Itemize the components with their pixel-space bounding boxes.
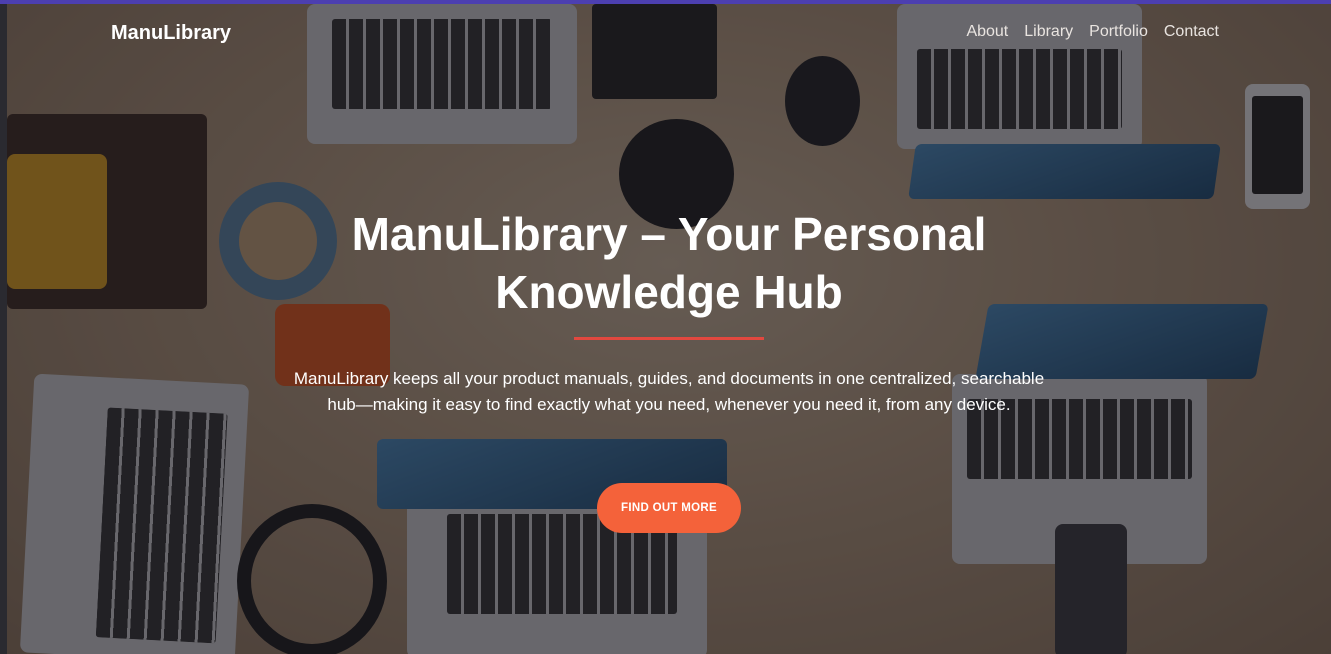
hero-divider [574, 337, 764, 340]
hero-overlay [7, 4, 1331, 654]
hero-lead-text: ManuLibrary keeps all your product manua… [293, 369, 1045, 414]
nav-link-about[interactable]: About [966, 23, 1008, 41]
nav-link-library[interactable]: Library [1024, 23, 1073, 41]
hero-title: ManuLibrary – Your Personal Knowledge Hu… [351, 208, 987, 318]
nav-link-portfolio[interactable]: Portfolio [1089, 23, 1148, 41]
left-edge [0, 4, 7, 654]
top-navbar: ManuLibrary About Library Portfolio Cont… [0, 0, 1331, 64]
brand-logo-link[interactable]: ManuLibrary [111, 22, 231, 45]
nav-link-contact[interactable]: Contact [1164, 23, 1219, 41]
find-out-more-button[interactable]: FIND OUT MORE [597, 483, 741, 533]
hero-background-image [7, 4, 1331, 654]
nav-links: About Library Portfolio Contact [966, 23, 1219, 41]
